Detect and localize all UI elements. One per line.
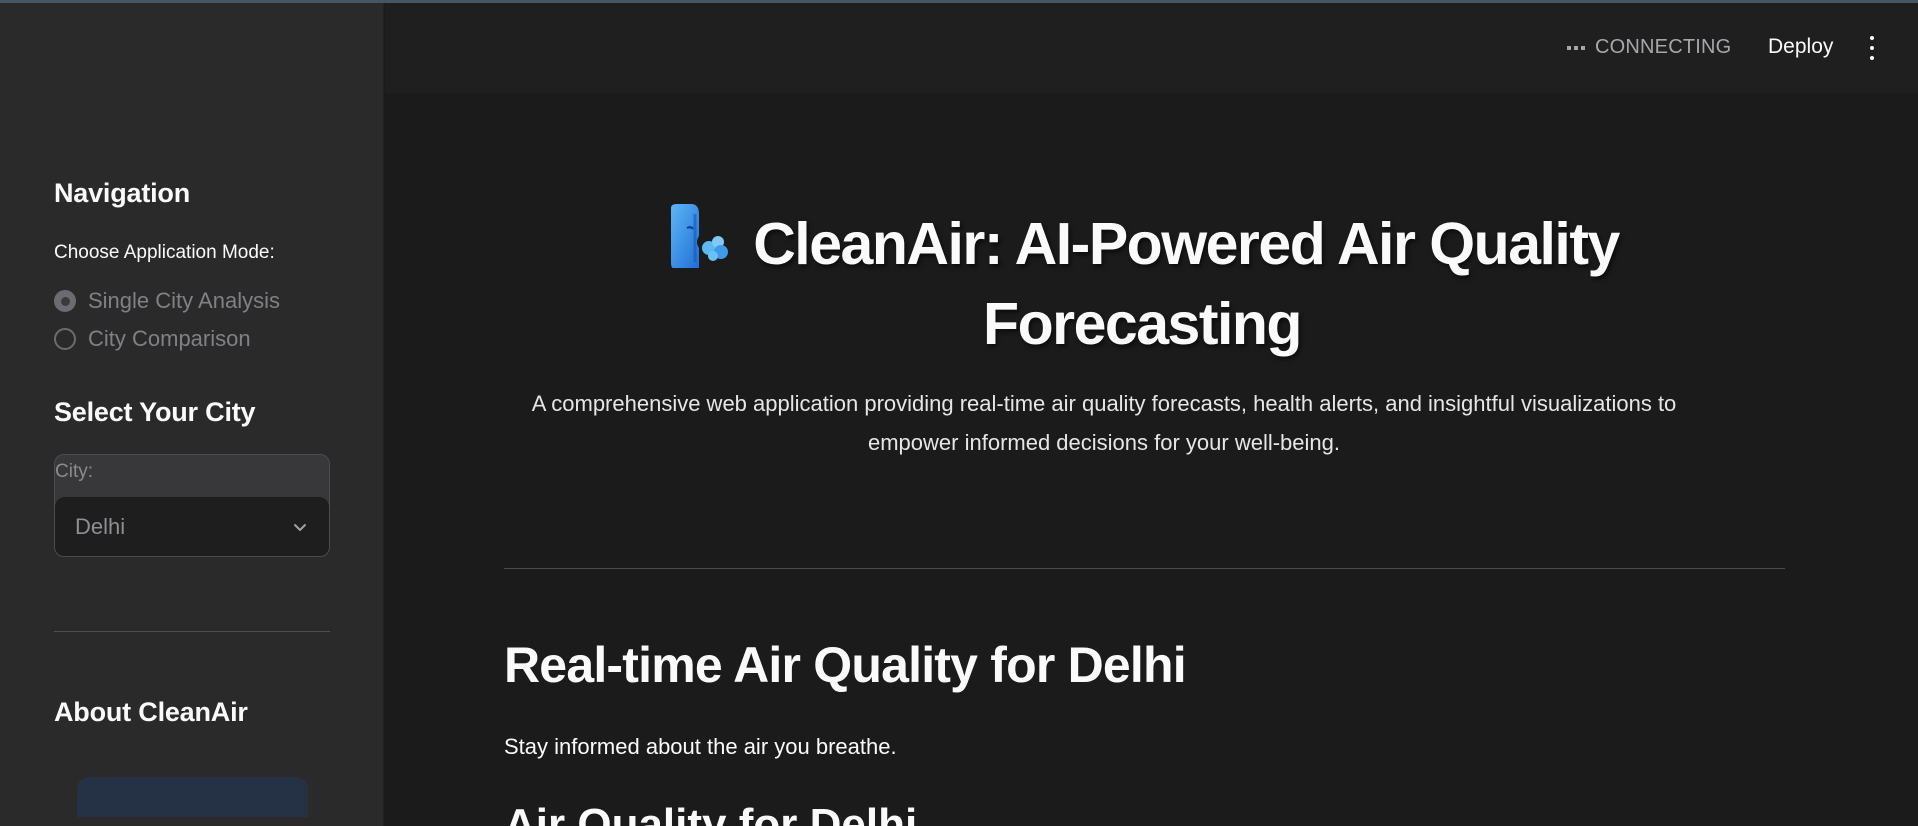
top-border	[0, 0, 1918, 3]
about-info-card	[77, 777, 308, 817]
city-heading: Select Your City	[54, 397, 256, 427]
mode-option-label: City Comparison	[88, 326, 251, 351]
main-divider	[504, 568, 1785, 569]
sidebar-divider	[54, 631, 330, 632]
connection-status-label: CONNECTING	[1595, 36, 1732, 58]
city-select-widget: City: Delhi	[54, 454, 330, 557]
mode-option-label: Single City Analysis	[88, 288, 280, 313]
navigation-heading: Navigation	[54, 178, 191, 208]
section-subtitle: Stay informed about the air you breathe.	[504, 734, 897, 759]
city-label: City:	[55, 461, 93, 482]
face-exhaling-icon	[671, 204, 729, 268]
connecting-icon	[1567, 45, 1585, 50]
city-select[interactable]: Delhi	[55, 497, 329, 556]
radio-selected-icon[interactable]	[54, 290, 76, 312]
connection-status: CONNECTING	[1567, 36, 1731, 59]
app-root: Navigation Choose Application Mode: Sing…	[0, 0, 1918, 826]
kebab-menu-icon[interactable]	[1862, 36, 1882, 60]
mode-option-city-comparison[interactable]: City Comparison	[54, 326, 251, 352]
chevron-down-icon	[294, 524, 306, 531]
mode-option-single-city[interactable]: Single City Analysis	[54, 288, 280, 314]
section-title: Real-time Air Quality for Delhi	[504, 637, 1187, 693]
radio-unselected-icon[interactable]	[54, 328, 76, 350]
page-title-text: CleanAir: AI-Powered Air Quality Forecas…	[753, 211, 1620, 357]
city-value: Delhi	[75, 514, 126, 539]
sidebar: Navigation Choose Application Mode: Sing…	[0, 0, 384, 826]
mode-label: Choose Application Mode:	[54, 242, 275, 263]
page-description: A comprehensive web application providin…	[531, 391, 1677, 455]
page-title: CleanAir: AI-Powered Air Quality Forecas…	[500, 202, 1784, 364]
deploy-button[interactable]: Deploy	[1768, 35, 1833, 59]
next-section-heading: Air Quality for Delhi	[504, 800, 918, 826]
about-heading: About CleanAir	[54, 697, 248, 727]
